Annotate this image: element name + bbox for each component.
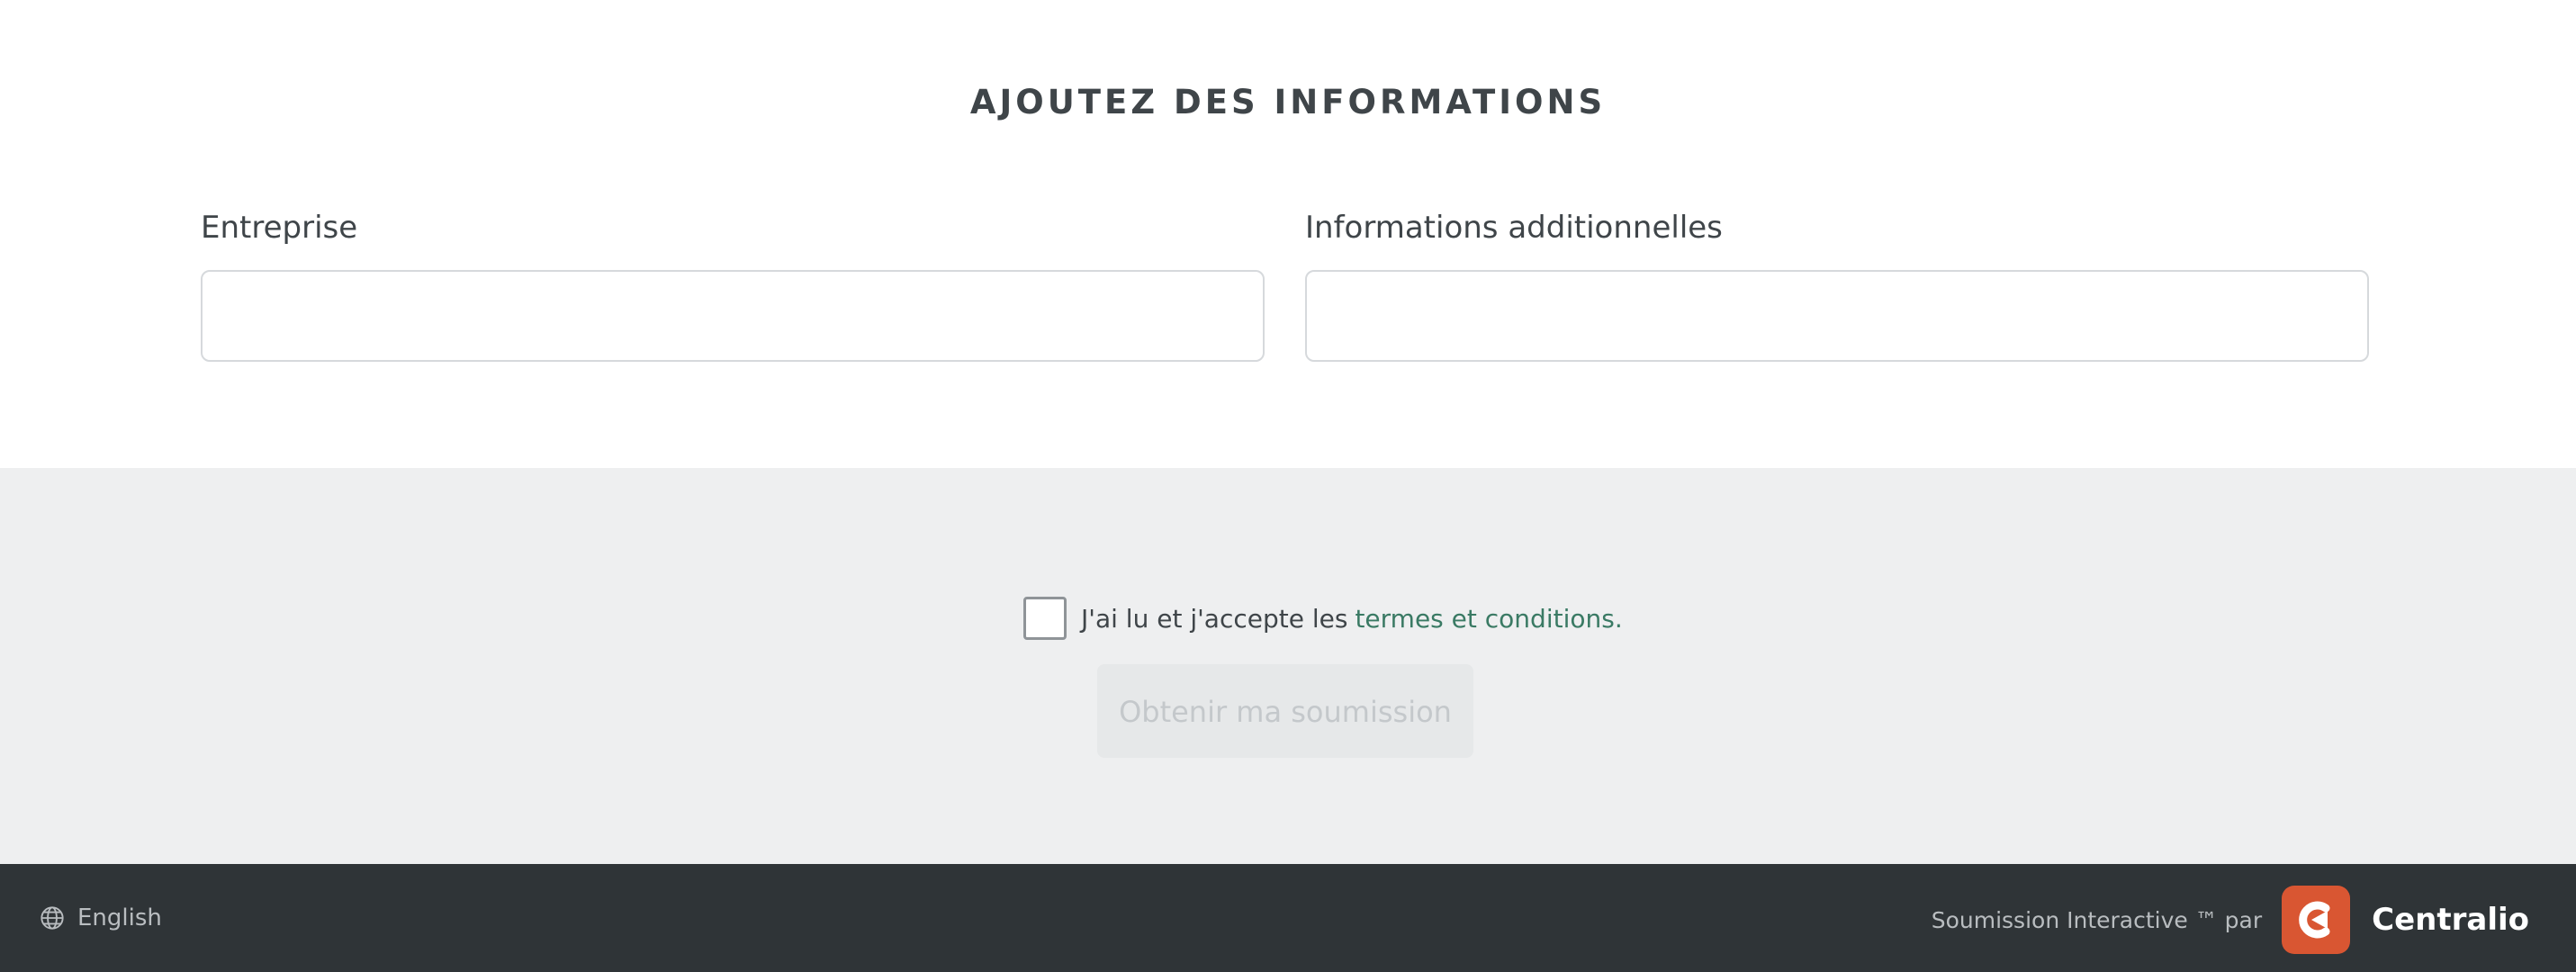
company-field-group: Entreprise (201, 205, 1265, 362)
terms-checkbox[interactable] (1023, 597, 1067, 640)
additional-info-label: Informations additionnelles (1305, 210, 1723, 246)
powered-by-text: Soumission Interactive ™ par (1931, 906, 2263, 933)
terms-text: J'ai lu et j'accepte les (1081, 603, 1348, 634)
submit-button[interactable]: Obtenir ma soumission (1097, 664, 1473, 758)
globe-icon (41, 906, 64, 930)
company-input[interactable] (201, 270, 1265, 362)
language-label: English (77, 904, 162, 932)
section-title: AJOUTEZ DES INFORMATIONS (969, 83, 1607, 122)
additional-info-field-group: Informations additionnelles (1305, 205, 2369, 362)
form-section: AJOUTEZ DES INFORMATIONS Entreprise Info… (0, 0, 2576, 468)
terms-link[interactable]: termes et conditions. (1355, 604, 1622, 634)
footer: English Soumission Interactive ™ par Cen… (0, 864, 2576, 972)
terms-row: J'ai lu et j'accepte les termes et condi… (1023, 596, 1623, 641)
language-switch[interactable]: English (40, 900, 162, 936)
centralio-logo-icon[interactable] (2282, 886, 2351, 954)
company-label: Entreprise (201, 210, 358, 246)
powered-by: Soumission Interactive ™ par Centralio (1931, 886, 2529, 954)
brand-name: Centralio (2372, 902, 2529, 938)
additional-info-input[interactable] (1305, 270, 2369, 362)
submit-section: J'ai lu et j'accepte les termes et condi… (0, 468, 2576, 864)
centralio-logo-mark (2299, 901, 2330, 939)
